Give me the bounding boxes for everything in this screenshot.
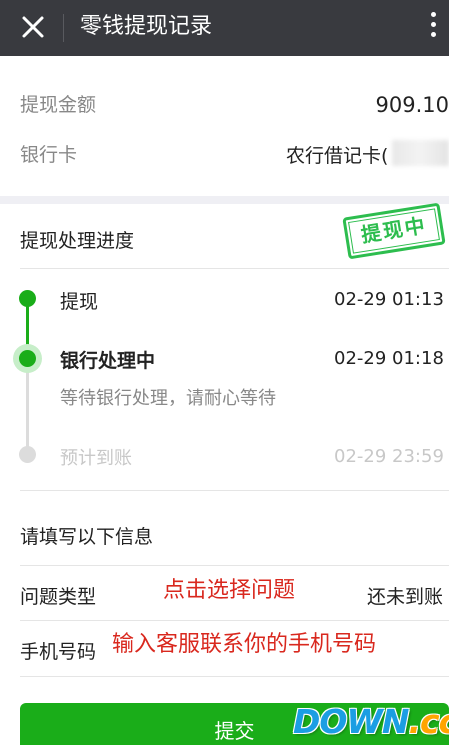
problem-type-select[interactable]: 还未到账 [367, 582, 443, 609]
step-label: 提现 [60, 291, 99, 313]
step-label: 银行处理中 [60, 350, 156, 372]
step-label: 预计到账 [60, 448, 132, 469]
close-icon[interactable] [16, 10, 50, 44]
step-time: 02-29 01:13 [334, 289, 444, 310]
annotation-select-problem: 点击选择问题 [163, 578, 296, 603]
step-time: 02-29 23:59 [334, 446, 444, 467]
divider [20, 620, 449, 621]
step-dot-current [19, 350, 36, 367]
form-title: 请填写以下信息 [20, 526, 154, 548]
bank-card-label: 银行卡 [20, 144, 78, 166]
divider [20, 676, 449, 677]
bank-card-value: 农行借记卡( [286, 145, 389, 167]
divider [20, 565, 449, 566]
phone-label: 手机号码 [20, 641, 97, 663]
divider [20, 490, 449, 491]
title-divider [63, 14, 64, 42]
section-gap [0, 196, 449, 204]
step-description: 等待银行处理，请耐心等待 [60, 388, 276, 409]
more-vertical-icon[interactable] [428, 12, 438, 44]
divider [20, 268, 449, 269]
problem-type-label: 问题类型 [20, 586, 97, 608]
amount-label: 提现金额 [20, 94, 97, 116]
site-watermark: DOWN.cc [293, 702, 449, 741]
status-stamp: 提现中 [342, 202, 446, 260]
title-bar: 零钱提现记录 [0, 0, 449, 56]
step-dot-pending [19, 446, 36, 463]
step-dot-done [19, 290, 36, 307]
amount-value: 909.10 [375, 93, 449, 117]
step-time: 02-29 01:18 [334, 348, 444, 369]
annotation-enter-phone: 输入客服联系你的手机号码 [112, 632, 377, 657]
progress-title: 提现处理进度 [20, 230, 135, 252]
page-title: 零钱提现记录 [80, 14, 213, 39]
masked-card-number [392, 140, 449, 166]
